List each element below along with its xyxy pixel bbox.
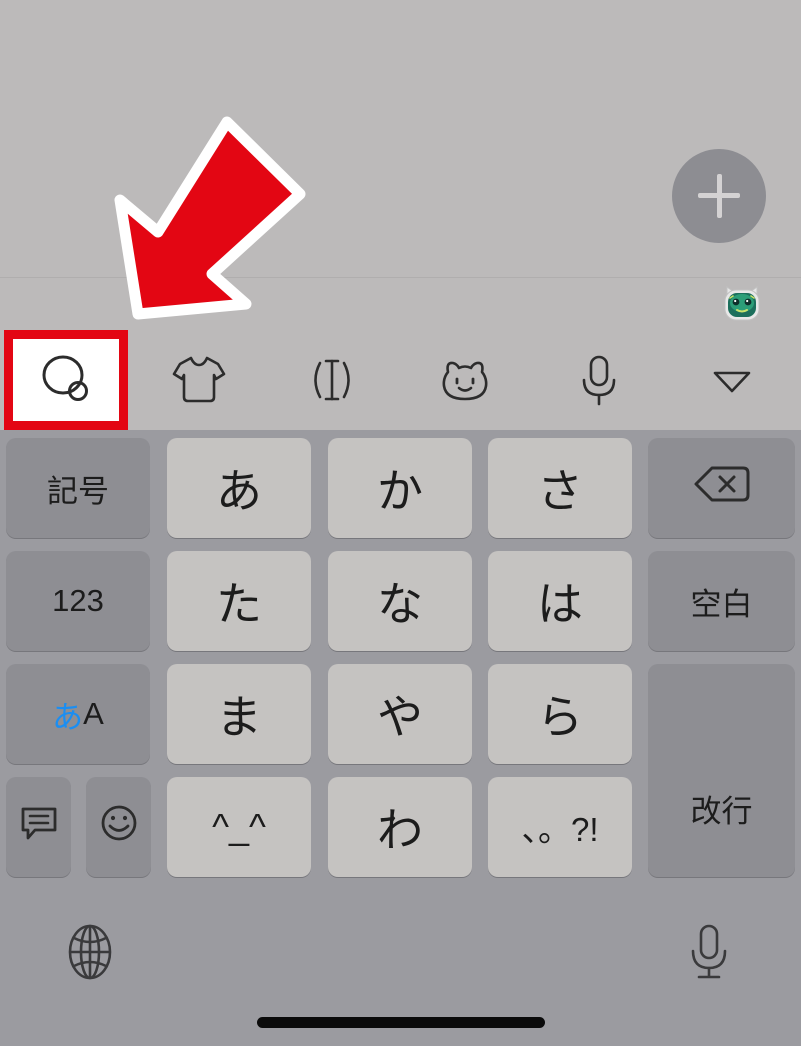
key-conversion-panel[interactable]: [6, 777, 71, 877]
key-ra[interactable]: ら: [488, 664, 632, 764]
toolbar-item-bear-face[interactable]: [403, 330, 526, 430]
app-content-area: [0, 0, 801, 277]
avatar-strip: [0, 278, 801, 330]
speech-bubble-icon: [37, 349, 95, 412]
key-punctuation[interactable]: 、。?!: [488, 777, 632, 877]
bear-face-icon: [436, 354, 494, 406]
screen-root: 記号 あ か さ 123 た な は 空白 あA ま や ら 改行 ^_^ わ …: [0, 0, 801, 1046]
key-input-mode[interactable]: あA: [6, 664, 150, 764]
key-ha[interactable]: は: [488, 551, 632, 651]
key-na[interactable]: な: [328, 551, 472, 651]
key-backspace[interactable]: [648, 438, 795, 538]
key-sa[interactable]: さ: [488, 438, 632, 538]
key-emoji[interactable]: [86, 777, 151, 877]
chevron-down-icon: [709, 363, 755, 397]
key-kaomoji[interactable]: ^_^: [167, 777, 311, 877]
key-enter[interactable]: 改行: [648, 664, 795, 877]
key-symbols[interactable]: 記号: [6, 438, 150, 538]
dictation-key[interactable]: [676, 919, 742, 989]
key-input-mode-kana: あ: [52, 699, 84, 735]
key-ma[interactable]: ま: [167, 664, 311, 764]
character-avatar[interactable]: [723, 286, 761, 322]
toolbar-item-collapse[interactable]: [670, 330, 793, 430]
key-wa[interactable]: わ: [328, 777, 472, 877]
plus-icon-vertical: [716, 174, 722, 218]
key-input-mode-latin: A: [83, 696, 104, 731]
backspace-icon: [693, 463, 751, 513]
key-ya[interactable]: や: [328, 664, 472, 764]
microphone-icon: [686, 921, 732, 988]
toolbar-item-microphone[interactable]: [537, 330, 660, 430]
key-a[interactable]: あ: [167, 438, 311, 538]
toolbar-item-text-cursor[interactable]: [270, 330, 393, 430]
smiley-face-icon: [99, 803, 139, 851]
key-ta[interactable]: た: [167, 551, 311, 651]
key-space[interactable]: 空白: [648, 551, 795, 651]
text-cursor-brackets-icon: [304, 353, 360, 407]
microphone-icon: [577, 352, 621, 408]
tshirt-icon: [170, 353, 228, 407]
toolbar-item-speech-bubble-highlighted[interactable]: [4, 330, 128, 430]
chat-bubble-lines-icon: [19, 803, 59, 851]
toolbar-item-tshirt[interactable]: [137, 330, 260, 430]
add-button[interactable]: [672, 149, 766, 243]
home-indicator: [257, 1017, 545, 1028]
globe-key[interactable]: [57, 919, 123, 989]
key-ka[interactable]: か: [328, 438, 472, 538]
globe-icon: [62, 921, 118, 988]
key-123[interactable]: 123: [6, 551, 150, 651]
